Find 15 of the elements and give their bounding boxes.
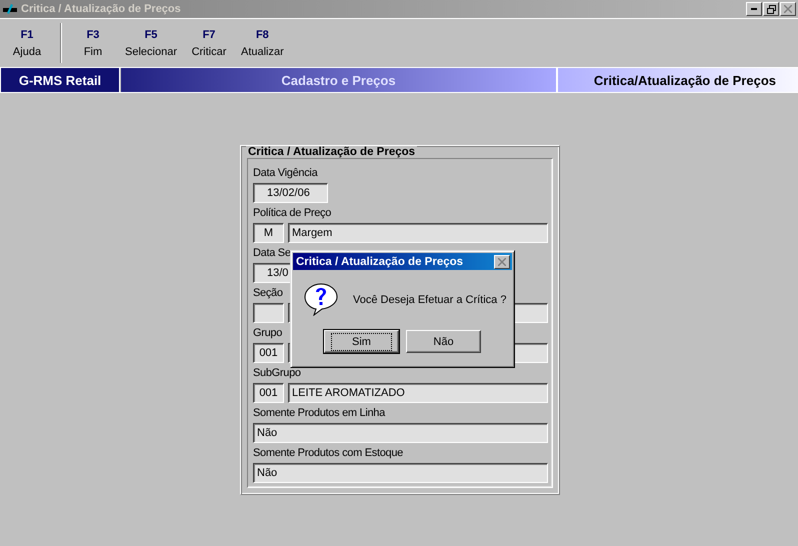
field-label: Somente Produtos com Estoque [253,446,403,461]
field-label: Grupo [253,326,282,341]
field-label: Data Se [253,246,291,261]
field-label: SubGrupo [253,366,301,381]
module-title: Cadastro e Preços [121,68,556,92]
screen-title: Critica/Atualização de Preços [556,68,798,92]
dialog-title: Critica / Atualização de Preços [296,256,464,268]
field-label: Somente Produtos em Linha [253,406,385,421]
field-label: Seção [253,286,283,301]
dialog-message: Você Deseja Efetuar a Crítica ? [353,294,506,306]
field-label: Política de Preço [253,206,332,221]
window-title: Critica / Atualização de Preços [21,3,182,15]
field-label: Data Vigência [253,166,318,181]
system-name: G-RMS Retail [0,68,120,92]
group-title: Critica / Atualização de Preços [246,146,418,158]
